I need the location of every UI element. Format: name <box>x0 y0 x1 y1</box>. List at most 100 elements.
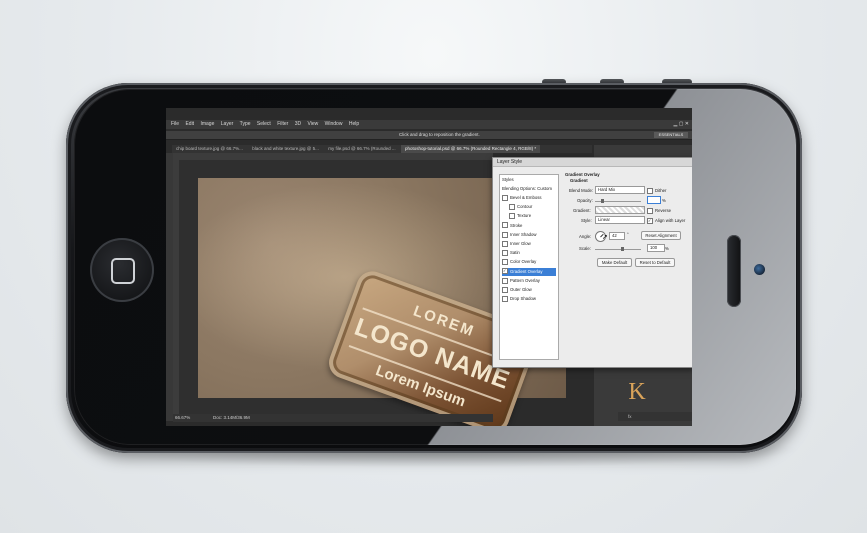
style-item[interactable]: Inner Shadow <box>502 231 556 239</box>
style-item-label: Bevel & Emboss <box>510 195 542 200</box>
scale-label: Scale: <box>579 246 591 251</box>
align-label: Align with Layer <box>655 218 686 224</box>
tab-doc-4[interactable]: photoshop-tutorial.psd @ 66.7% (Rounded … <box>401 145 541 153</box>
style-item[interactable]: Drop Shadow <box>502 295 556 303</box>
menu-edit[interactable]: Edit <box>185 120 194 129</box>
photoshop-screen: File Edit Image Layer Type Select Filter… <box>166 108 692 426</box>
style-item-label: Inner Glow <box>510 241 531 246</box>
menu-type[interactable]: Type <box>240 120 251 129</box>
style-item-checkbox[interactable] <box>502 222 508 229</box>
style-item[interactable]: Gradient Overlay <box>502 267 556 276</box>
reset-alignment-button[interactable]: Reset Alignment <box>641 231 681 240</box>
style-item-checkbox[interactable] <box>502 277 508 284</box>
scale-input[interactable]: 100 <box>647 244 665 252</box>
style-select[interactable]: Linear <box>595 216 645 224</box>
angle-label: Angle: <box>579 234 592 239</box>
workspace-button[interactable]: ESSENTIALS <box>654 132 688 138</box>
layer-thumbnail[interactable]: K <box>625 378 649 406</box>
tab-doc-2[interactable]: black and white texture.jpg @ 5... <box>248 145 323 153</box>
style-item[interactable]: Stroke <box>502 222 556 230</box>
style-item-checkbox[interactable] <box>502 231 508 238</box>
opacity-slider-knob[interactable] <box>601 199 604 203</box>
scale-slider-knob[interactable] <box>621 247 624 251</box>
menu-view[interactable]: View <box>308 120 319 129</box>
scale-slider[interactable] <box>595 249 641 250</box>
menu-help[interactable]: Help <box>349 120 359 129</box>
menu-select[interactable]: Select <box>257 120 271 129</box>
style-label: Style: <box>581 218 592 223</box>
style-item-checkbox[interactable] <box>502 250 508 257</box>
dialog-title: Layer Style <box>497 159 523 165</box>
blend-mode-label: Blend Mode: <box>569 188 594 193</box>
style-item-checkbox[interactable] <box>502 286 508 293</box>
align-box[interactable] <box>647 218 653 224</box>
style-item[interactable]: Color Overlay <box>502 258 556 266</box>
style-item[interactable]: Outer Glow <box>502 286 556 294</box>
dither-box[interactable] <box>647 188 653 194</box>
style-item[interactable]: Texture <box>509 212 556 220</box>
menu-3d[interactable]: 3D <box>295 120 301 129</box>
angle-input[interactable]: 42 <box>609 232 625 240</box>
align-checkbox[interactable]: Align with Layer <box>647 218 685 224</box>
pointer-cursor: ➚ <box>602 234 608 241</box>
section-title: Gradient Overlay <box>565 172 600 177</box>
make-default-button[interactable]: Make Default <box>597 258 632 267</box>
style-item-checkbox[interactable] <box>502 296 508 303</box>
earpiece-speaker <box>727 235 741 307</box>
opacity-input[interactable] <box>647 196 661 204</box>
menu-filter[interactable]: Filter <box>277 120 288 129</box>
options-bar: Click and drag to reposition the gradien… <box>166 131 692 140</box>
scale-unit: % <box>665 246 669 251</box>
tools-panel[interactable] <box>166 153 173 421</box>
reset-to-default-button[interactable]: Reset to Default <box>635 258 675 267</box>
reverse-box[interactable] <box>647 208 653 214</box>
menu-bar: File Edit Image Layer Type Select Filter… <box>166 120 692 129</box>
style-item[interactable]: Pattern Overlay <box>502 277 556 285</box>
styles-header[interactable]: Styles <box>502 176 556 184</box>
style-item-label: Pattern Overlay <box>510 277 540 283</box>
section-subtitle: Gradient <box>570 178 588 183</box>
menu-layer[interactable]: Layer <box>221 120 234 129</box>
style-item-label: Outer Glow <box>510 287 532 292</box>
window-controls[interactable]: ▁ ▢ ✕ <box>673 120 689 129</box>
blend-mode-select[interactable]: Hard Mix <box>595 186 645 194</box>
style-item-checkbox[interactable] <box>509 213 515 220</box>
front-camera <box>754 264 765 275</box>
reverse-checkbox[interactable]: Reverse <box>647 208 671 214</box>
style-item-checkbox[interactable] <box>502 194 508 201</box>
gradient-overlay-options: Gradient Overlay Gradient Blend Mode: Ha… <box>565 172 692 362</box>
fx-icon[interactable]: fx <box>628 412 632 421</box>
dither-checkbox[interactable]: Dither <box>647 188 666 194</box>
style-item[interactable]: Satin <box>502 249 556 257</box>
doc-size: Doc: 3.14M/36.9M <box>213 415 250 420</box>
tab-doc-1[interactable]: chip board texture.jpg @ 66.7%... <box>172 145 247 153</box>
style-item-checkbox[interactable] <box>502 240 508 247</box>
home-square-icon <box>111 258 135 284</box>
layers-footer: fx <box>618 412 692 421</box>
style-item-label: Texture <box>517 213 532 219</box>
menu-image[interactable]: Image <box>200 120 214 129</box>
menu-file[interactable]: File <box>171 120 179 129</box>
menu-window[interactable]: Window <box>325 120 343 129</box>
reverse-label: Reverse <box>655 208 672 214</box>
style-item-label: Color Overlay <box>510 259 537 265</box>
options-hint: Click and drag to reposition the gradien… <box>399 132 480 137</box>
opacity-unit: % <box>662 198 666 203</box>
angle-unit: ° <box>627 232 629 237</box>
style-item-checkbox[interactable] <box>509 204 515 211</box>
status-bar: 66.67% Doc: 3.14M/36.9M <box>173 414 493 422</box>
tab-doc-3[interactable]: my file.psd @ 66.7% (Rounded ... <box>324 145 399 153</box>
zoom-readout[interactable]: 66.67% <box>175 414 190 422</box>
layer-style-dialog: Layer Style Styles Blending Options: Cus… <box>492 157 692 368</box>
gradient-picker[interactable] <box>595 206 645 214</box>
document-tabs: chip board texture.jpg @ 66.7%... black … <box>172 145 592 153</box>
style-item[interactable]: Bevel & Emboss <box>502 194 556 202</box>
dialog-title-bar[interactable]: Layer Style <box>493 158 692 167</box>
style-item-label: Stroke <box>510 222 523 228</box>
style-item[interactable]: Inner Glow <box>502 240 556 248</box>
blending-options[interactable]: Blending Options: Custom <box>502 185 556 193</box>
style-item[interactable]: Contour <box>509 203 556 211</box>
style-item-checkbox[interactable] <box>502 268 508 275</box>
styles-list: Styles Blending Options: Custom Bevel & … <box>499 174 559 360</box>
style-item-checkbox[interactable] <box>502 259 508 266</box>
